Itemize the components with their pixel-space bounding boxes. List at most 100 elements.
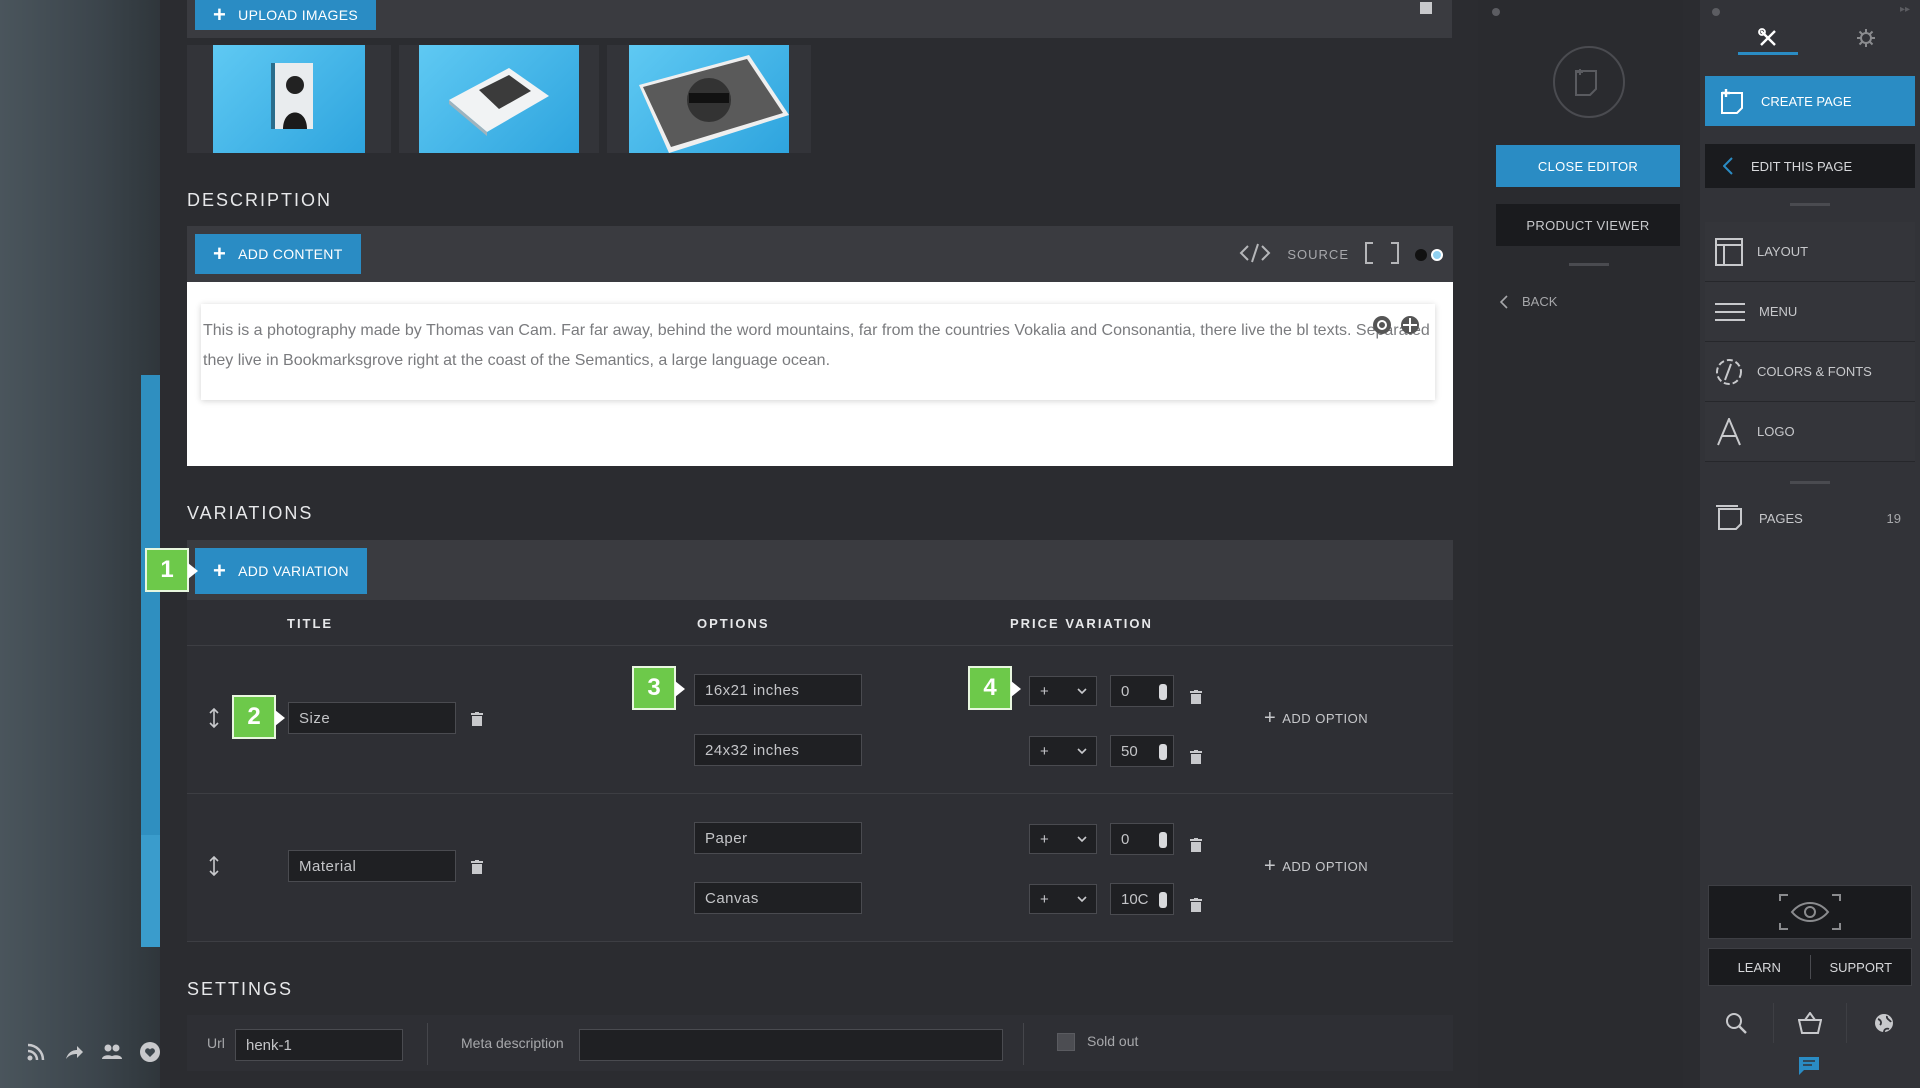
learn-button[interactable]: LEARN: [1709, 949, 1810, 985]
menu-item-pages[interactable]: PAGES 19: [1705, 488, 1915, 548]
move-icon[interactable]: [1399, 314, 1421, 336]
header-title: TITLE: [287, 616, 334, 631]
chevron-down-icon: [1077, 688, 1087, 695]
panel-dot: [1712, 8, 1720, 16]
sold-out-checkbox[interactable]: [1057, 1033, 1075, 1051]
layout-icon: [1715, 237, 1743, 266]
trash-icon[interactable]: [1190, 750, 1202, 764]
upload-images-button[interactable]: + UPLOAD IMAGES: [195, 0, 376, 30]
option-label-field[interactable]: 16x21 inches: [694, 674, 862, 706]
menu-item-logo[interactable]: LOGO: [1705, 402, 1915, 462]
back-button[interactable]: BACK: [1500, 294, 1557, 309]
settings-heading: SETTINGS: [187, 979, 294, 999]
spinner-icon[interactable]: [1159, 744, 1167, 760]
panel-dot: [1492, 8, 1500, 16]
price-input[interactable]: 0: [1110, 675, 1174, 707]
spinner-icon[interactable]: [1159, 832, 1167, 848]
gear-icon[interactable]: [1856, 28, 1876, 48]
trash-icon[interactable]: [471, 712, 483, 726]
price-sign-select[interactable]: +: [1029, 884, 1097, 914]
step-badge-1: 1: [145, 548, 198, 592]
active-tab-indicator: [1738, 52, 1798, 55]
search-button[interactable]: [1700, 1003, 1774, 1043]
spinner-icon[interactable]: [1159, 684, 1167, 700]
product-viewer-button[interactable]: PRODUCT VIEWER: [1496, 204, 1680, 246]
social-icons: [24, 1040, 162, 1064]
add-option-label: ADD OPTION: [1282, 858, 1369, 874]
meta-description-field[interactable]: [579, 1029, 1003, 1061]
globe-button[interactable]: [1847, 1003, 1920, 1043]
description-editor[interactable]: This is a photography made by Thomas van…: [187, 282, 1453, 466]
product-thumbnail[interactable]: [419, 45, 579, 153]
add-option-button[interactable]: + ADD OPTION: [1264, 708, 1368, 728]
drag-handle-icon[interactable]: [207, 856, 221, 876]
plus-icon: +: [213, 241, 227, 266]
price-value: 10C: [1121, 890, 1149, 908]
price-sign-select[interactable]: +: [1029, 676, 1097, 706]
header-price-variation: PRICE VARIATION: [1010, 616, 1153, 631]
price-sign-select[interactable]: +: [1029, 736, 1097, 766]
product-editor: + UPLOAD IMAGES DESCRIPTION + ADD CONTEN…: [145, 0, 1462, 1088]
create-page-button[interactable]: CREATE PAGE: [1705, 76, 1915, 126]
add-content-button[interactable]: + ADD CONTENT: [195, 234, 361, 274]
price-input[interactable]: 0: [1110, 823, 1174, 855]
thumbnail-cell[interactable]: [399, 45, 599, 153]
collapse-icon[interactable]: ▸▸: [1900, 4, 1910, 15]
close-editor-button[interactable]: CLOSE EDITOR: [1496, 145, 1680, 187]
rss-icon[interactable]: [24, 1040, 48, 1064]
price-input[interactable]: 50: [1110, 735, 1174, 767]
heart-icon[interactable]: [138, 1040, 162, 1064]
url-field[interactable]: henk-1: [235, 1029, 403, 1061]
price-sign-select[interactable]: +: [1029, 824, 1097, 854]
drag-handle-icon[interactable]: [207, 708, 221, 728]
search-icon: [1726, 1013, 1748, 1034]
menu-item-layout[interactable]: LAYOUT: [1705, 222, 1915, 282]
add-option-button[interactable]: + ADD OPTION: [1264, 856, 1368, 876]
upload-images-label: UPLOAD IMAGES: [238, 7, 358, 23]
trash-icon[interactable]: [1190, 690, 1202, 704]
preview-button[interactable]: [1708, 885, 1912, 939]
site-builder-panel: ▸▸ CREATE PAGE EDIT THIS PAGE LAYOUT MEN…: [1700, 0, 1920, 1088]
theme-toggle[interactable]: [1415, 248, 1443, 261]
trash-icon[interactable]: [1190, 838, 1202, 852]
price-input[interactable]: 10C: [1110, 883, 1174, 915]
product-thumbnail[interactable]: [629, 45, 789, 153]
support-button[interactable]: SUPPORT: [1811, 949, 1912, 985]
community-icon[interactable]: [100, 1040, 124, 1064]
source-button[interactable]: SOURCE: [1287, 247, 1349, 262]
menu-icon: [1715, 302, 1745, 321]
light-dot: [1431, 248, 1443, 261]
thumbnail-cell[interactable]: [187, 45, 391, 153]
share-icon[interactable]: [62, 1040, 86, 1064]
option-label-field[interactable]: 24x32 inches: [694, 734, 862, 766]
code-icon[interactable]: [1239, 243, 1271, 266]
chat-icon[interactable]: [1798, 1056, 1820, 1076]
trash-icon[interactable]: [1190, 898, 1202, 912]
plus-icon: +: [1264, 855, 1277, 877]
gear-icon[interactable]: [1371, 314, 1393, 336]
description-content-block[interactable]: This is a photography made by Thomas van…: [201, 304, 1435, 400]
option-label-field[interactable]: Canvas: [694, 882, 862, 914]
divider: [1790, 203, 1830, 206]
menu-item-colors-fonts[interactable]: COLORS & FONTS: [1705, 342, 1915, 402]
description-heading: DESCRIPTION: [187, 190, 333, 210]
variation-title-field[interactable]: Material: [288, 850, 456, 882]
thumbnail-cell[interactable]: [607, 45, 811, 153]
option-label-field[interactable]: Paper: [694, 822, 862, 854]
add-variation-button[interactable]: + ADD VARIATION: [195, 548, 367, 594]
basket-button[interactable]: [1774, 1003, 1848, 1043]
trash-icon[interactable]: [471, 860, 483, 874]
description-text[interactable]: This is a photography made by Thomas van…: [203, 316, 1433, 376]
settings-row: Url henk-1 Meta description Sold out: [187, 1015, 1453, 1071]
stop-icon[interactable]: [1420, 2, 1432, 14]
edit-this-page-button[interactable]: EDIT THIS PAGE: [1705, 144, 1915, 188]
fullscreen-icon[interactable]: [1365, 242, 1399, 267]
tools-icon[interactable]: [1758, 28, 1778, 48]
variation-title-field[interactable]: Size: [288, 702, 456, 734]
product-thumbnail[interactable]: [213, 45, 365, 153]
spinner-icon[interactable]: [1159, 892, 1167, 908]
chevron-left-icon: [1723, 157, 1733, 175]
globe-icon: [1874, 1014, 1893, 1033]
divider: [1569, 263, 1609, 266]
menu-item-menu[interactable]: MENU: [1705, 282, 1915, 342]
